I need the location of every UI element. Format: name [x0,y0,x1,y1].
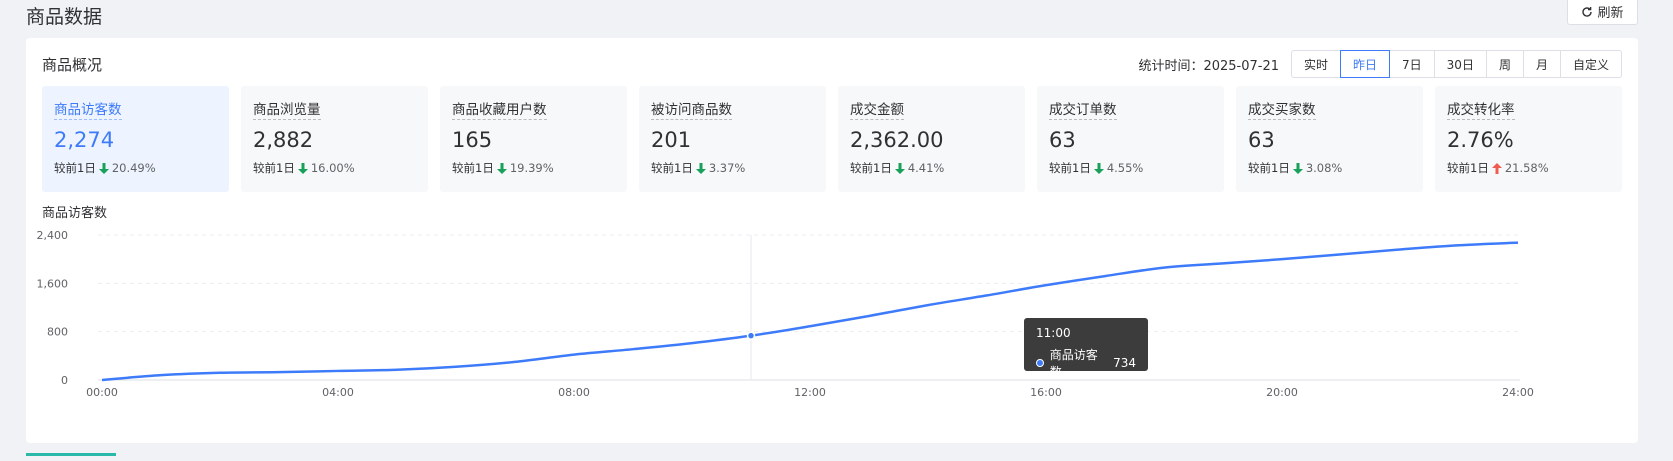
metric-cards: 商品访客数 2,274 较前1日 20.49% 商品浏览量 2,882 较前1日 16.00%… [42,86,1622,192]
y-tick-label: 2,400 [37,229,69,242]
y-tick-label: 800 [47,326,68,339]
metric-value: 2,882 [253,128,314,152]
metric-card[interactable]: 成交转化率 2.76% 较前1日 21.58% [1435,86,1622,192]
x-tick-label: 00:00 [86,386,118,399]
metric-compare: 较前1日 4.41% [850,160,1013,176]
time-bar: 统计时间：2025-07-21 实时 昨日 7日 30日周月自定义 [1138,50,1622,78]
arrow-down-icon [98,162,109,174]
x-tick-label: 20:00 [1266,386,1298,399]
metric-name: 成交买家数 [1248,98,1316,120]
tooltip-value: 734 [1113,356,1136,370]
metric-card[interactable]: 商品浏览量 2,882 较前1日 16.00% [241,86,428,192]
page-title: 商品数据 [26,6,103,28]
compare-label: 较前1日 [651,161,693,175]
chart-title: 商品访客数 [42,206,108,221]
compare-change: 19.39% [509,161,554,175]
metric-name: 商品访客数 [54,98,122,120]
metric-name: 商品收藏用户数 [452,98,547,120]
metric-name: 被访问商品数 [651,98,732,120]
refresh-icon [1582,6,1593,17]
metric-value: 165 [452,128,493,152]
tooltip-series-name: 商品访客数 [1049,348,1098,379]
time-range-selector: 实时 昨日 7日 30日周月自定义 [1291,50,1622,78]
arrow-down-icon [695,162,706,174]
x-tick-label: 04:00 [322,386,354,399]
metric-compare: 较前1日 16.00% [253,160,416,176]
metric-value: 2.76% [1447,128,1514,152]
compare-label: 较前1日 [1447,161,1489,175]
refresh-button[interactable]: 刷新 [1567,0,1638,25]
compare-change: 21.58% [1504,161,1549,175]
visitor-line-chart: 0 800 1,600 2,400 00:00 04:00 08:00 12:00 16:00 2… [37,229,1534,399]
range-button-5[interactable]: 月 [1522,50,1561,78]
compare-change: 3.37% [708,161,746,175]
metric-name: 成交订单数 [1049,98,1117,120]
compare-label: 较前1日 [452,161,494,175]
range-button-0[interactable]: 实时 [1291,50,1342,78]
range-button-6[interactable]: 自定义 [1559,50,1622,78]
compare-change: 3.08% [1305,161,1343,175]
metric-card[interactable]: 商品收藏用户数 165 较前1日 19.39% [440,86,627,192]
tooltip-time: 11:00 [1036,326,1071,340]
y-tick-label: 1,600 [37,277,69,290]
overview-title: 商品概况 [42,56,103,74]
x-tick-label: 12:00 [794,386,826,399]
refresh-label: 刷新 [1597,5,1624,20]
compare-change: 20.49% [111,161,156,175]
arrow-down-icon [1093,162,1104,174]
compare-label: 较前1日 [54,161,96,175]
metric-value: 2,362.00 [850,128,944,152]
metric-value: 201 [651,128,692,152]
y-tick-label: 0 [61,374,68,387]
metric-name: 商品浏览量 [253,98,321,120]
arrow-down-icon [297,162,308,174]
x-tick-label: 16:00 [1030,386,1062,399]
range-button-1[interactable]: 昨日 [1340,50,1391,78]
metric-compare: 较前1日 20.49% [54,160,217,176]
metric-card[interactable]: 成交买家数 63 较前1日 3.08% [1236,86,1423,192]
chart-tooltip: 11:00 商品访客数 734 [1024,318,1148,379]
x-tick-label: 08:00 [558,386,590,399]
range-button-2[interactable]: 7日 [1389,50,1435,78]
metric-name: 成交金额 [850,98,904,120]
compare-label: 较前1日 [1248,161,1290,175]
metric-card[interactable]: 商品访客数 2,274 较前1日 20.49% [42,86,229,192]
metric-compare: 较前1日 21.58% [1447,160,1610,176]
range-button-3[interactable]: 30日 [1433,50,1487,78]
arrow-up-icon [1491,162,1502,174]
metric-compare: 较前1日 3.08% [1248,160,1411,176]
metric-compare: 较前1日 3.37% [651,160,814,176]
arrow-down-icon [1292,162,1303,174]
metric-value: 63 [1248,128,1275,152]
metric-compare: 较前1日 19.39% [452,160,615,176]
bottom-tab-indicator [26,453,116,461]
metric-card[interactable]: 成交金额 2,362.00 较前1日 4.41% [838,86,1025,192]
metric-value: 63 [1049,128,1076,152]
range-button-4[interactable]: 周 [1485,50,1524,78]
page-header: 商品数据 刷新 [26,0,1638,34]
metric-card[interactable]: 被访问商品数 201 较前1日 3.37% [639,86,826,192]
tooltip-dot-icon [1036,359,1044,367]
stat-time-label: 统计时间：2025-07-21 [1138,58,1279,74]
arrow-down-icon [894,162,905,174]
compare-change: 4.55% [1106,161,1144,175]
metric-value: 2,274 [54,128,115,152]
x-tick-label: 24:00 [1502,386,1534,399]
metric-name: 成交转化率 [1447,98,1515,120]
compare-label: 较前1日 [253,161,295,175]
arrow-down-icon [496,162,507,174]
overview-card: 商品概况 统计时间：2025-07-21 实时 昨日 7日 30日周月自定义 商品访客… [26,38,1638,443]
hover-point [746,331,756,340]
compare-change: 16.00% [310,161,355,175]
metric-card[interactable]: 成交订单数 63 较前1日 4.55% [1037,86,1224,192]
metric-compare: 较前1日 4.55% [1049,160,1212,176]
series-line [101,241,1519,382]
compare-label: 较前1日 [850,161,892,175]
compare-change: 4.41% [907,161,945,175]
compare-label: 较前1日 [1049,161,1091,175]
